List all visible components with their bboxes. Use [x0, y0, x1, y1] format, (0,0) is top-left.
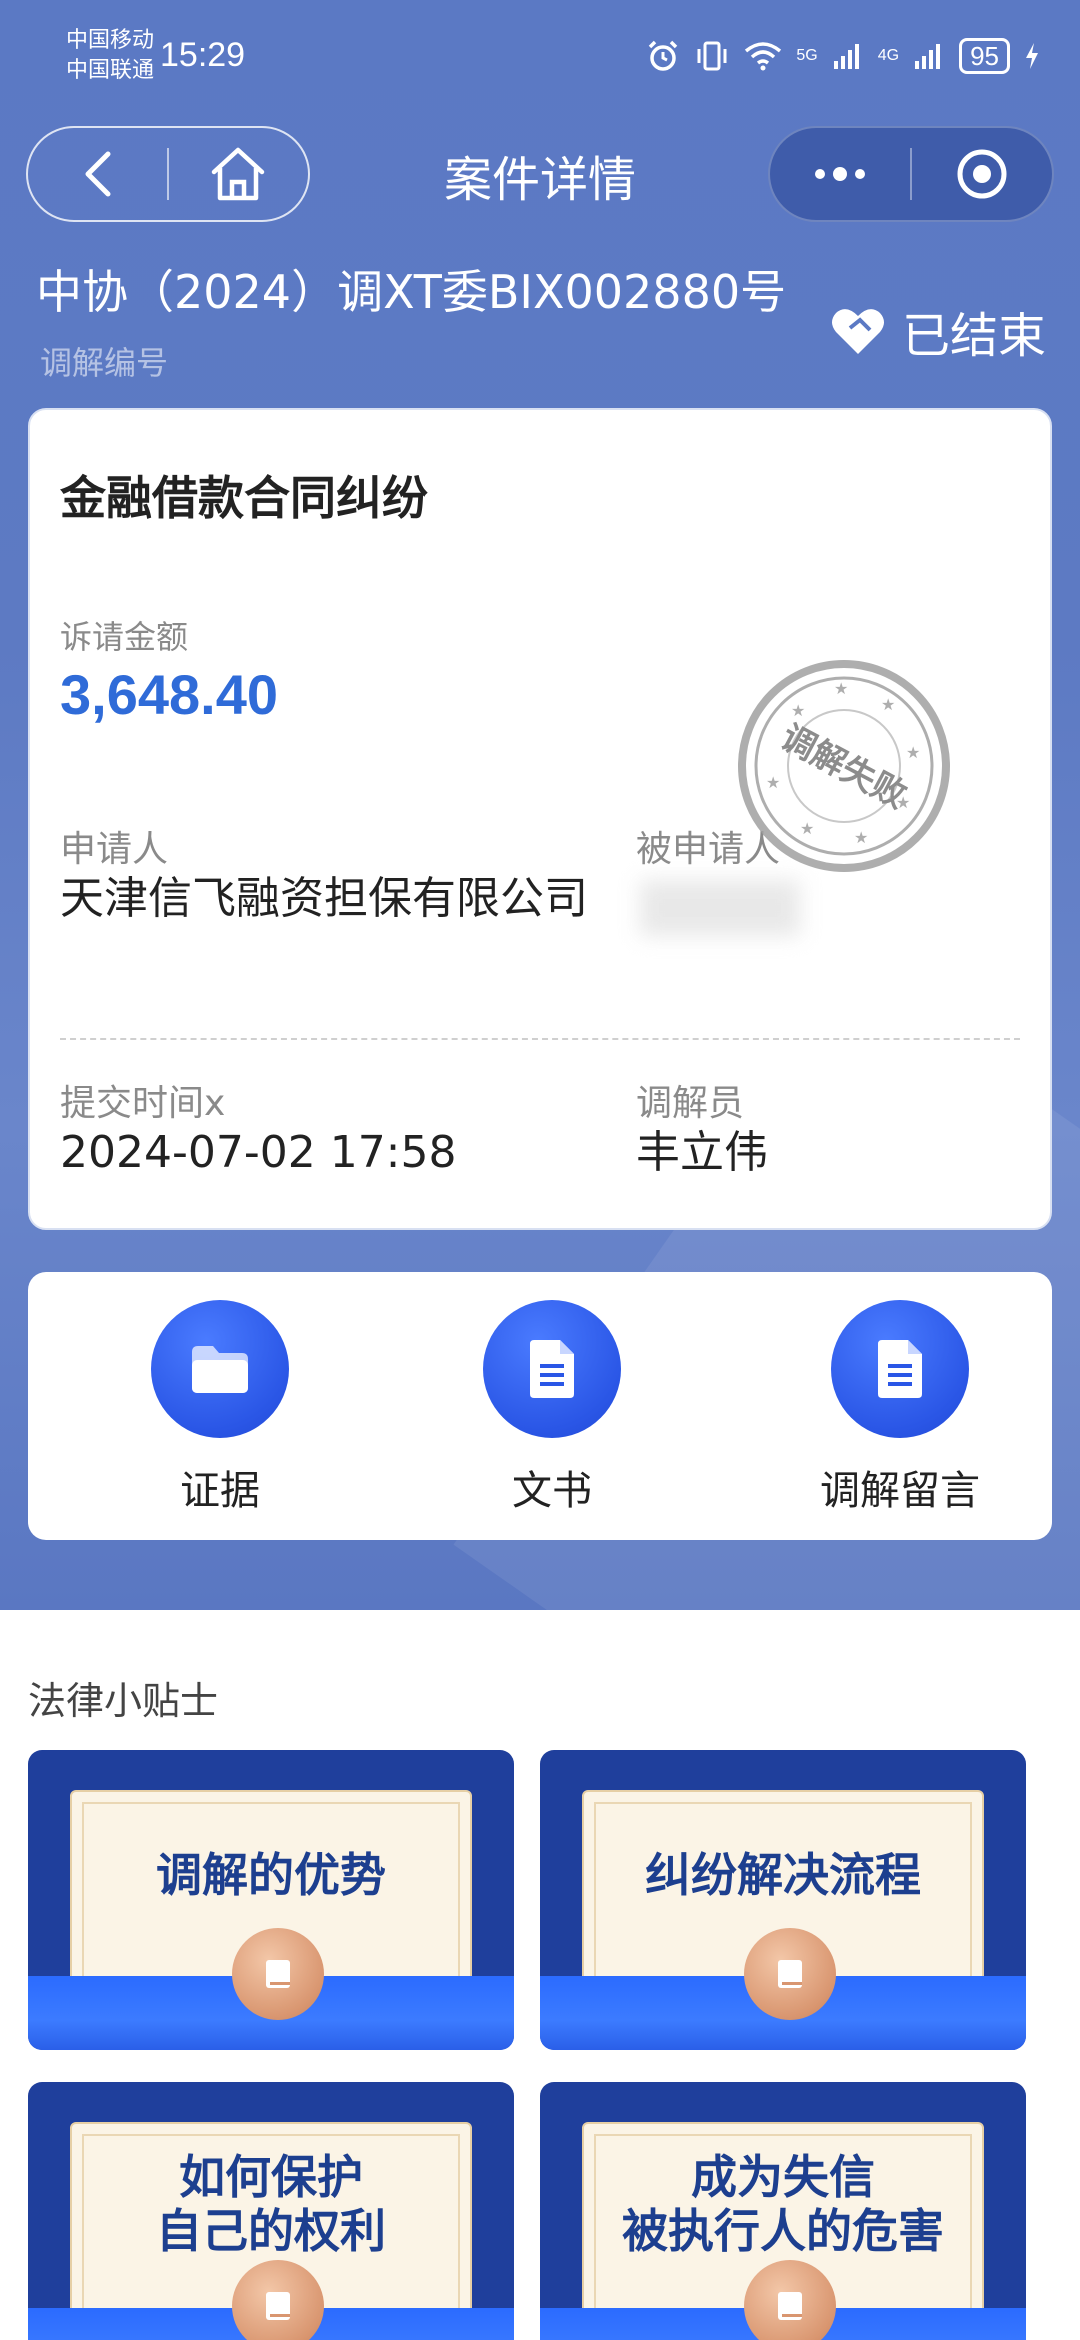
close-miniprogram-button[interactable] — [912, 126, 1052, 222]
claim-amount-label: 诉请金额 — [60, 618, 189, 656]
signal-5g-label: 5G — [796, 47, 818, 64]
card-divider — [60, 1038, 1020, 1040]
case-status-text: 已结束 — [901, 308, 1046, 364]
case-number-label: 调解编号 — [40, 344, 169, 382]
mediation-message-label: 调解留言 — [820, 1468, 980, 1514]
mediation-failed-stamp: ★★ ★★ ★★ ★★ 调解失败 — [738, 660, 950, 872]
tip-title: 如何保护 自己的权利 — [28, 2150, 514, 2258]
document-icon — [530, 1340, 574, 1398]
folder-icon — [192, 1346, 248, 1393]
mediation-message-button[interactable]: 调解留言 — [790, 1300, 1010, 1516]
mini-program-capsule — [768, 126, 1054, 222]
tip-line-1: 如何保护 — [179, 2150, 363, 2204]
applicant-value: 天津信飞融资担保有限公司 — [60, 873, 588, 924]
carrier-info: 中国移动 中国联通 — [66, 26, 154, 86]
tip-line-1: 成为失信 — [691, 2150, 875, 2204]
documents-button[interactable]: 文书 — [442, 1300, 662, 1516]
mediator-value: 丰立伟 — [636, 1127, 768, 1178]
tip-card-mediation-advantages[interactable]: 调解的优势 — [28, 1750, 514, 2050]
tip-card-dishonest-debtor[interactable]: 成为失信 被执行人的危害 — [540, 2082, 1026, 2340]
tip-line-2: 被执行人的危害 — [622, 2204, 944, 2258]
svg-text:★: ★ — [800, 819, 814, 838]
case-status: 已结束 — [828, 296, 1046, 366]
evidence-label: 证据 — [180, 1468, 260, 1514]
target-icon — [957, 149, 1007, 199]
carrier-2: 中国联通 — [66, 58, 155, 83]
battery-indicator: 95 — [959, 38, 1010, 74]
tip-title: 纠纷解决流程 — [540, 1848, 1026, 1902]
documents-icon-circle — [483, 1300, 621, 1438]
evidence-button[interactable]: 证据 — [110, 1300, 330, 1516]
case-number: 中协（2024）调XT委BIX002880号 — [36, 265, 787, 319]
submit-time-value: 2024-07-02 17:58 — [60, 1127, 457, 1178]
svg-text:★: ★ — [854, 828, 868, 847]
case-info-card: 金融借款合同纠纷 诉请金额 3,648.40 申请人 天津信飞融资担保有限公司 … — [28, 408, 1052, 1230]
alarm-icon — [649, 40, 678, 71]
more-button[interactable] — [770, 126, 910, 222]
signal-4g-label: 4G — [877, 47, 900, 64]
carrier-1: 中国移动 — [66, 28, 155, 53]
applicant-label: 申请人 — [60, 829, 169, 870]
system-icons: 5G 4G 95 — [646, 38, 1040, 74]
book-icon — [744, 1928, 836, 2020]
claim-amount: 3,648.40 — [60, 663, 278, 726]
tip-title: 成为失信 被执行人的危害 — [540, 2150, 1026, 2258]
tip-line-2: 自己的权利 — [156, 2204, 386, 2258]
tip-title: 调解的优势 — [28, 1848, 514, 1902]
svg-text:★: ★ — [834, 679, 848, 698]
submit-time-label: 提交时间x — [60, 1083, 226, 1124]
tip-line-1: 调解的优势 — [156, 1848, 386, 1902]
book-icon — [232, 1928, 324, 2020]
svg-text:★: ★ — [766, 773, 780, 792]
status-time: 15:29 — [160, 36, 246, 74]
charging-icon — [1026, 43, 1038, 69]
evidence-icon-circle — [151, 1300, 289, 1438]
tip-card-protect-rights[interactable]: 如何保护 自己的权利 — [28, 2082, 514, 2340]
documents-label: 文书 — [512, 1468, 592, 1514]
dispute-type: 金融借款合同纠纷 — [60, 471, 428, 525]
message-icon-circle — [831, 1300, 969, 1438]
mediator-label: 调解员 — [636, 1083, 745, 1124]
signal-4g-icon — [915, 44, 941, 69]
signal-5g-icon — [833, 44, 859, 69]
action-card: 证据 文书 调解留言 — [28, 1272, 1052, 1540]
legal-tips-title: 法律小贴士 — [28, 1679, 219, 1723]
tip-line-1: 纠纷解决流程 — [645, 1848, 921, 1902]
heart-handshake-icon — [831, 309, 884, 354]
svg-text:★: ★ — [881, 695, 895, 714]
tip-card-dispute-process[interactable]: 纠纷解决流程 — [540, 1750, 1026, 2050]
more-icon — [815, 167, 865, 181]
svg-text:★: ★ — [906, 743, 920, 762]
vibrate-icon — [697, 41, 727, 71]
stamp-text: 调解失败 — [774, 717, 913, 816]
wifi-icon — [745, 42, 782, 71]
document-icon — [878, 1340, 922, 1398]
status-bar: 中国移动 中国联通 15:29 5G 4G 95 — [0, 0, 1080, 120]
respondent-value-redacted — [640, 880, 800, 936]
